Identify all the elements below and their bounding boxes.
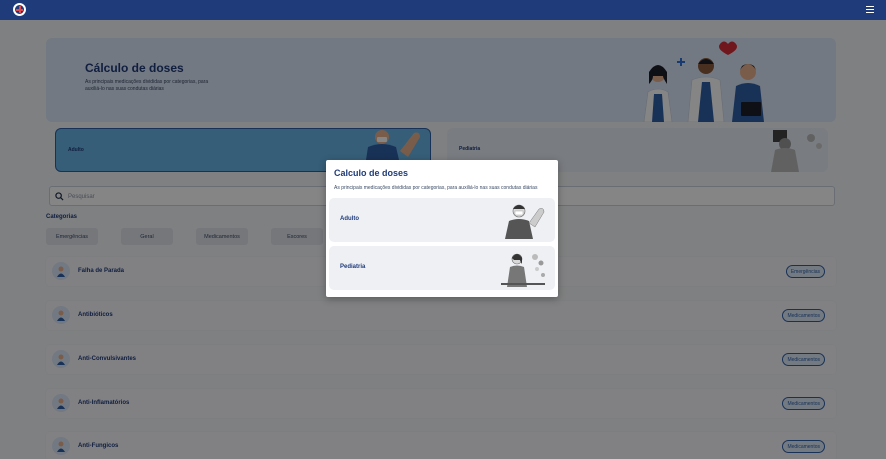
modal-option-label: Pediatria	[340, 264, 366, 270]
dose-calculation-modal: Calculo de doses As principais medicaçõe…	[326, 160, 558, 297]
modal-option-pediatria[interactable]: Pediatria	[329, 246, 555, 290]
hamburger-menu-icon[interactable]	[866, 6, 874, 13]
modal-option-label: Adulto	[340, 216, 359, 222]
top-navbar	[0, 0, 886, 20]
modal-title: Calculo de doses	[334, 168, 409, 178]
modal-option-adulto[interactable]: Adulto	[329, 198, 555, 242]
pediatric-doctor-icon	[501, 253, 545, 287]
modal-subtitle: As principais medicações divididas por c…	[334, 185, 538, 191]
medical-cross-logo-icon[interactable]	[13, 3, 26, 16]
adult-doctor-icon	[505, 204, 545, 239]
